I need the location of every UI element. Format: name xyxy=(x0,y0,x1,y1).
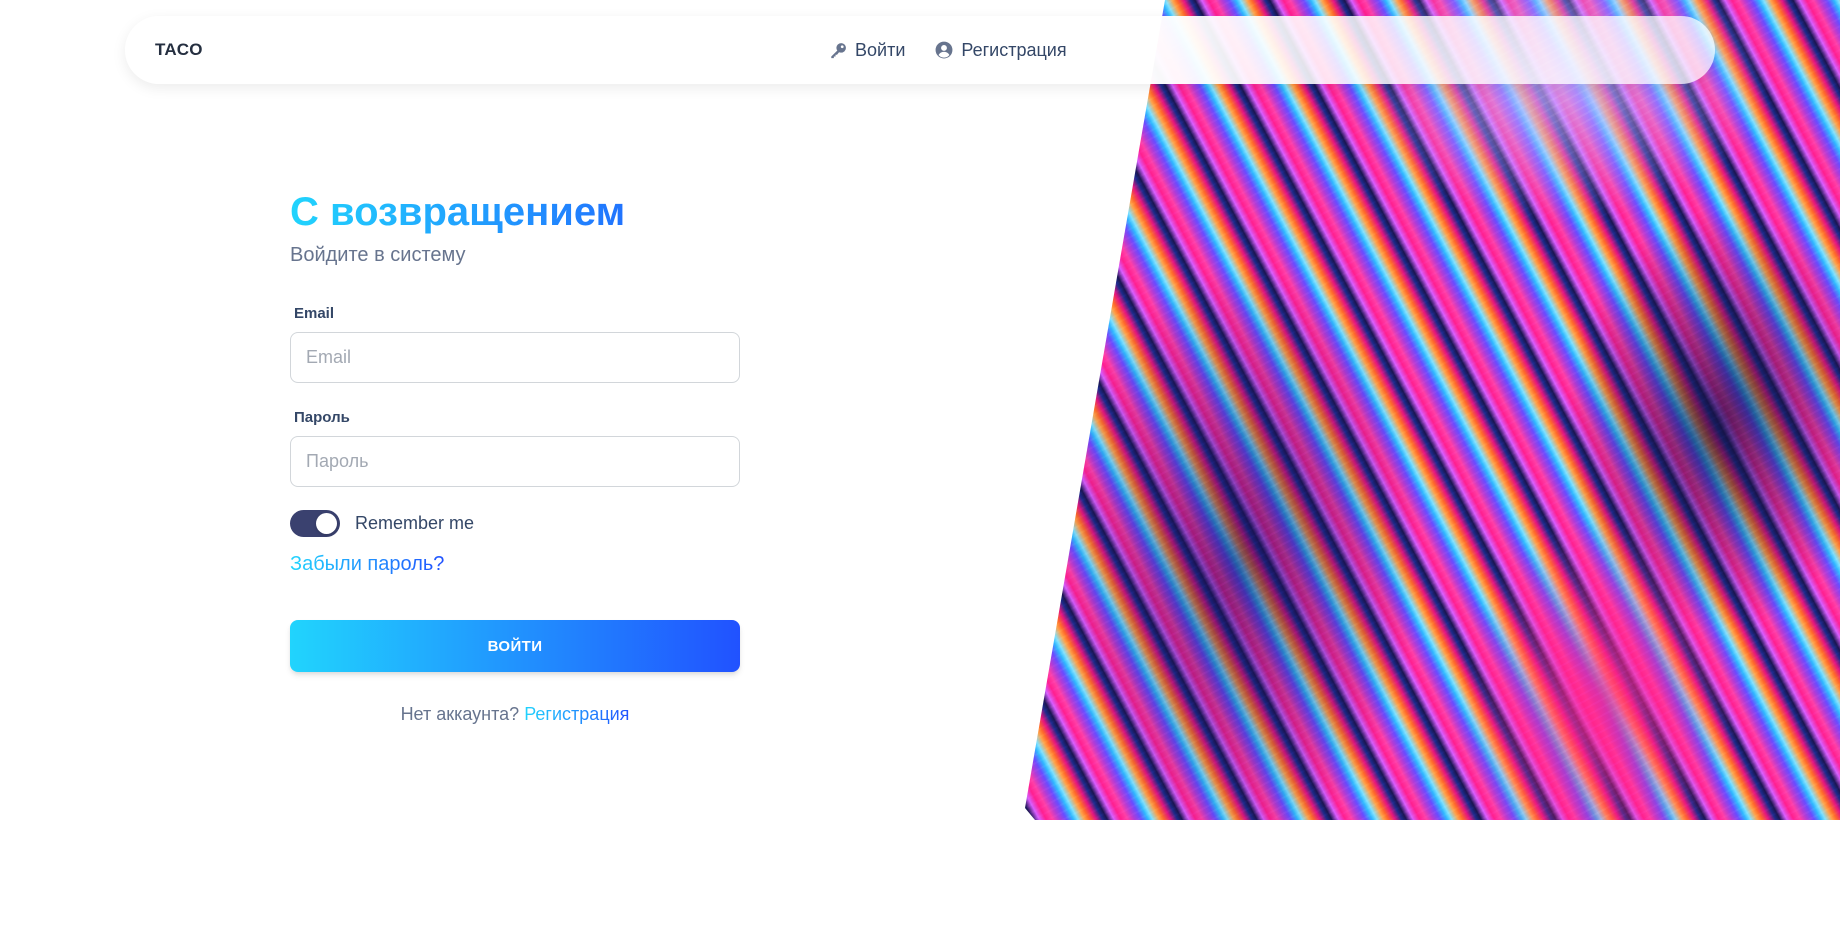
remember-me-toggle[interactable] xyxy=(290,509,340,537)
nav-register-label: Регистрация xyxy=(961,39,1067,60)
nav-links: Войти Регистрация xyxy=(830,16,1067,84)
password-label: Пароль xyxy=(294,409,350,426)
user-circle-icon xyxy=(935,41,953,59)
forgot-password-link[interactable]: Забыли пароль? xyxy=(290,553,444,576)
page: TACO Войти Регистрация С возвращением Во… xyxy=(0,0,1840,940)
email-label: Email xyxy=(294,305,335,322)
email-field[interactable] xyxy=(290,332,740,383)
navbar: TACO Войти Регистрация xyxy=(125,16,1715,84)
signup-link[interactable]: Регистрация xyxy=(524,704,629,724)
key-icon xyxy=(830,42,847,59)
login-form: С возвращением Войдите в систему Email П… xyxy=(290,186,740,725)
nav-login-label: Войти xyxy=(855,39,906,60)
decorative-art-image xyxy=(1025,0,1840,820)
remember-me-label[interactable]: Remember me xyxy=(355,513,474,534)
toggle-knob xyxy=(316,512,337,534)
page-title: С возвращением xyxy=(290,186,740,238)
login-submit-button[interactable]: ВОЙТИ xyxy=(290,620,740,672)
nav-login-link[interactable]: Войти xyxy=(830,40,905,61)
password-field[interactable] xyxy=(290,436,740,487)
no-account-text: Нет аккаунта? xyxy=(400,704,525,724)
brand-logo[interactable]: TACO xyxy=(155,16,203,84)
page-subtitle: Войдите в систему xyxy=(290,244,466,266)
nav-register-link[interactable]: Регистрация xyxy=(935,39,1067,61)
signup-prompt: Нет аккаунта? Регистрация xyxy=(290,704,740,725)
remember-me-row: Remember me xyxy=(290,509,740,537)
